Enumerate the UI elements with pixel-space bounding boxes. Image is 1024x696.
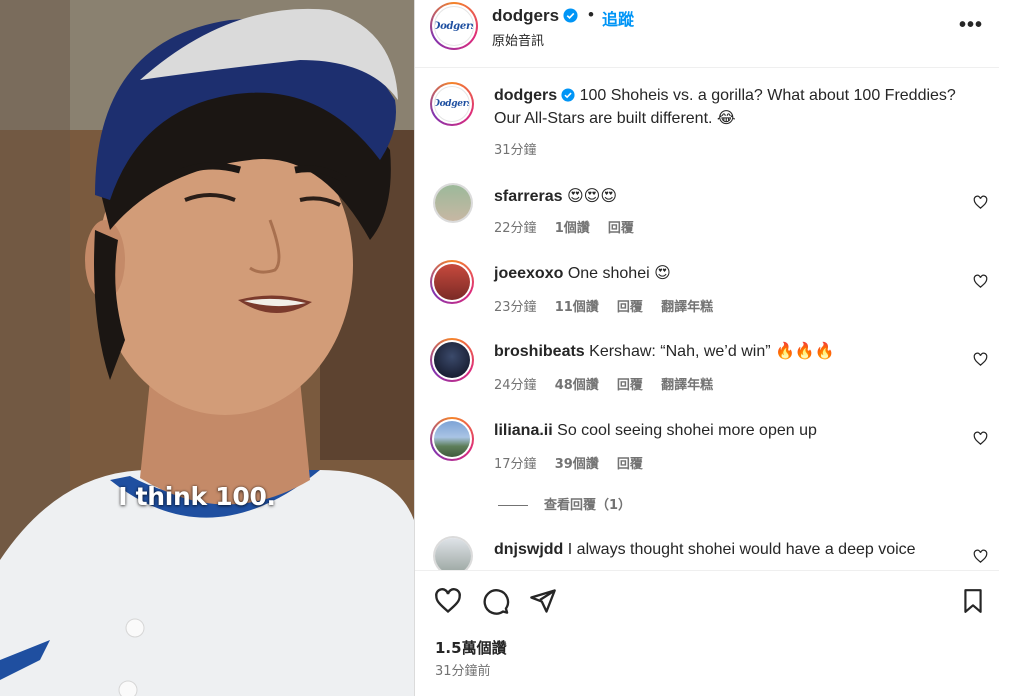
caption-text: dodgers 100 Shoheis vs. a gorilla? What …: [494, 85, 964, 129]
verified-badge-icon: [563, 8, 578, 28]
comment-text: liliana.ii So cool seeing shohei more op…: [494, 420, 964, 441]
dodgers-logo-icon: Dodgers: [434, 86, 470, 122]
like-comment-heart-icon[interactable]: [973, 549, 988, 564]
video-frame: [0, 0, 414, 696]
caption-meta: 31分鐘: [494, 139, 551, 158]
comment-avatar[interactable]: [433, 183, 473, 223]
posted-time[interactable]: 31分鐘前: [435, 660, 491, 679]
comment-avatar[interactable]: [430, 338, 474, 382]
comment-likes[interactable]: 11個讚: [555, 300, 599, 315]
comment-username[interactable]: sfarreras: [494, 188, 563, 205]
caption-emoji: 😂: [716, 110, 736, 127]
comment-meta: 24分鐘 48個讚 回覆 翻譯年糕: [494, 374, 727, 393]
save-bookmark-icon[interactable]: [960, 587, 986, 615]
header-username-text[interactable]: dodgers: [492, 6, 559, 25]
comment-time[interactable]: 23分鐘: [494, 300, 537, 315]
comment-time[interactable]: 24分鐘: [494, 378, 537, 393]
comment-time[interactable]: 22分鐘: [494, 221, 537, 236]
header-username[interactable]: dodgers: [492, 6, 578, 28]
user-photo: [434, 342, 470, 378]
comment-likes[interactable]: 1個讚: [555, 221, 590, 236]
comment-body: One shohei: [567, 265, 650, 282]
comment-username[interactable]: liliana.ii: [494, 422, 553, 439]
comment-username[interactable]: joeexoxo: [494, 265, 563, 282]
comment-likes[interactable]: 39個讚: [555, 457, 599, 472]
post-header: Dodgers dodgers • 追蹤 原始音訊 •••: [415, 0, 999, 68]
comment-username[interactable]: dnjswjdd: [494, 541, 563, 558]
header-avatar[interactable]: Dodgers: [430, 2, 478, 50]
comment-time[interactable]: 17分鐘: [494, 457, 537, 472]
comment-meta: 23分鐘 11個讚 回覆 翻譯年糕: [494, 296, 727, 315]
original-audio-link[interactable]: 原始音訊: [492, 30, 544, 49]
comment-text: broshibeats Kershaw: “Nah, we’d win” 🔥🔥🔥: [494, 341, 964, 362]
comment-emoji: 😍: [654, 265, 671, 282]
comment-meta: 22分鐘 1個讚 回覆: [494, 217, 648, 236]
post-panel: Dodgers dodgers • 追蹤 原始音訊 ••• Dodgers do…: [414, 0, 1014, 696]
separator-dot: •: [588, 5, 594, 24]
comment-text: joeexoxo One shohei 😍: [494, 263, 964, 284]
dodgers-logo-icon: Dodgers: [434, 6, 474, 46]
caption-time[interactable]: 31分鐘: [494, 143, 537, 158]
caption-username[interactable]: dodgers: [494, 87, 557, 104]
verified-badge-icon: [561, 87, 575, 108]
video-subtitle: I think 100.: [118, 482, 276, 511]
share-paper-plane-icon[interactable]: [529, 587, 557, 615]
follow-button[interactable]: 追蹤: [602, 6, 634, 30]
comment-meta: 17分鐘 39個讚 回覆: [494, 453, 657, 472]
comment-avatar[interactable]: [430, 417, 474, 461]
caption-avatar[interactable]: Dodgers: [430, 82, 474, 126]
comment-text: dnjswjdd I always thought shohei would h…: [494, 539, 964, 560]
more-horizontal-icon[interactable]: •••: [959, 14, 983, 37]
view-replies-label[interactable]: 查看回覆（1）: [544, 498, 631, 513]
comment-text: sfarreras 😍😍😍: [494, 186, 964, 207]
like-comment-heart-icon[interactable]: [973, 431, 988, 446]
comment-emoji: 🔥🔥🔥: [775, 343, 835, 360]
comments-list[interactable]: Dodgers dodgers 100 Shoheis vs. a gorill…: [415, 68, 999, 570]
video-player[interactable]: I think 100.: [0, 0, 414, 696]
user-photo: [435, 185, 471, 221]
user-photo: [434, 421, 470, 457]
like-comment-heart-icon[interactable]: [973, 195, 988, 210]
comment-likes[interactable]: 48個讚: [555, 378, 599, 393]
comment-emoji: 😍😍😍: [566, 188, 617, 205]
likes-count[interactable]: 1.5萬個讚: [435, 637, 507, 658]
comment-body: I always thought shohei would have a dee…: [567, 541, 916, 558]
comment-body: So cool seeing shohei more open up: [557, 422, 817, 439]
user-photo: [434, 264, 470, 300]
replies-divider: [498, 505, 528, 506]
view-replies-button[interactable]: 查看回覆（1）: [498, 494, 631, 513]
like-heart-icon[interactable]: [434, 587, 462, 615]
reply-button[interactable]: 回覆: [617, 378, 643, 393]
post-actions: 1.5萬個讚 31分鐘前: [415, 570, 999, 696]
like-comment-heart-icon[interactable]: [973, 274, 988, 289]
comment-bubble-icon[interactable]: [482, 587, 510, 615]
translate-button[interactable]: 翻譯年糕: [661, 378, 713, 393]
comment-body: Kershaw: “Nah, we’d win”: [589, 343, 771, 360]
like-comment-heart-icon[interactable]: [973, 352, 988, 367]
comment-avatar[interactable]: [433, 536, 473, 570]
reply-button[interactable]: 回覆: [608, 221, 634, 236]
translate-button[interactable]: 翻譯年糕: [661, 300, 713, 315]
reply-button[interactable]: 回覆: [617, 457, 643, 472]
reply-button[interactable]: 回覆: [617, 300, 643, 315]
comment-username[interactable]: broshibeats: [494, 343, 585, 360]
user-photo: [435, 538, 471, 570]
window-edge: [1014, 0, 1024, 696]
comment-avatar[interactable]: [430, 260, 474, 304]
